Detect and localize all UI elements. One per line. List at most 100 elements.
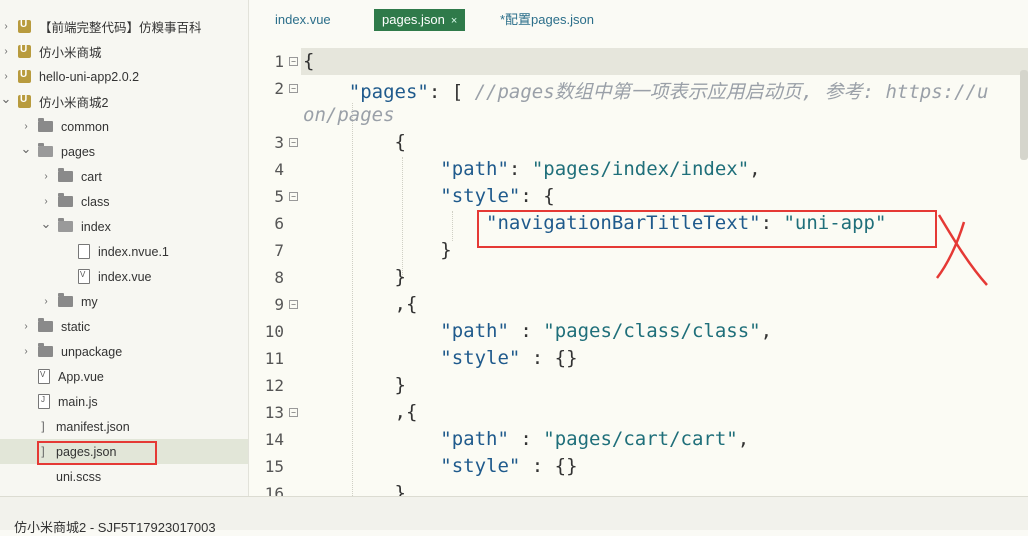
- chevron-right-icon[interactable]: ›: [20, 346, 32, 357]
- tab-label: index.vue: [275, 12, 331, 27]
- tree-item[interactable]: › 【前端完整代码】仿糗事百科: [0, 14, 248, 39]
- tree-item-label: my: [81, 294, 98, 309]
- fold-toggle-icon[interactable]: −: [289, 138, 298, 147]
- vertical-scrollbar[interactable]: [1020, 70, 1028, 160]
- line-number-gutter: 1−2−3−4 5−6 7 8 9−10 11 12 13−14 15 16: [249, 40, 301, 496]
- code-line-1: {: [303, 50, 315, 72]
- code-line-2: "pages": [ //pages数组中第一项表示应用启动页, 参考: htt…: [348, 81, 989, 103]
- folder-icon: [38, 318, 53, 332]
- code-line-14: "path" : "pages/cart/cart",: [440, 428, 750, 450]
- line-number: 8: [274, 268, 284, 287]
- status-bar: 仿小米商城2 - SJF5T17923017003: [0, 496, 1028, 535]
- tree-item[interactable]: › my: [0, 289, 248, 314]
- folder-icon: [38, 343, 53, 357]
- line-number: 4: [274, 160, 284, 179]
- current-line-highlight: [301, 48, 1028, 75]
- chevron-right-icon[interactable]: ›: [20, 321, 32, 332]
- folder-icon: [38, 143, 53, 157]
- tab-label: pages.json: [382, 12, 445, 27]
- project-icon: [18, 69, 31, 83]
- fold-toggle-icon[interactable]: −: [289, 408, 298, 417]
- code-line-7: }: [440, 239, 452, 261]
- tree-item-label: 仿小米商城2: [39, 96, 109, 110]
- line-number: 11: [264, 349, 284, 368]
- tree-item-label: App.vue: [58, 369, 104, 384]
- tab-config-pages-json[interactable]: *配置pages.json: [492, 9, 602, 31]
- tree-item[interactable]: ›index.vue: [0, 264, 248, 289]
- tree-item[interactable]: › unpackage: [0, 339, 248, 364]
- code-line-10: "path" : "pages/class/class",: [440, 320, 773, 342]
- tree-item[interactable]: › common: [0, 114, 248, 139]
- line-number: 1: [274, 52, 284, 71]
- scss-icon: [38, 470, 48, 483]
- line-number: 2: [274, 79, 284, 98]
- tree-item-label: uni.scss: [56, 469, 102, 484]
- close-icon[interactable]: ×: [451, 15, 457, 27]
- fold-toggle-icon[interactable]: −: [289, 300, 298, 309]
- tree-item-label: class: [81, 194, 110, 209]
- tree-item-label: index.vue: [98, 269, 152, 284]
- tree-item-label: cart: [81, 169, 102, 184]
- chevron-right-icon[interactable]: ›: [0, 46, 12, 57]
- chevron-right-icon[interactable]: ›: [40, 296, 52, 307]
- tree-item[interactable]: ›App.vue: [0, 364, 248, 389]
- project-icon: [18, 44, 31, 58]
- tree-item[interactable]: › static: [0, 314, 248, 339]
- project-explorer: › 【前端完整代码】仿糗事百科 › 仿小米商城 › hello-uni-app2.0.2 ⌄…: [0, 0, 249, 496]
- tree-item[interactable]: › hello-uni-app2.0.2: [0, 64, 248, 89]
- vue-icon: [38, 369, 50, 384]
- tree-item-label: 【前端完整代码】仿糗事百科: [39, 21, 202, 35]
- tab-index-vue[interactable]: index.vue: [267, 9, 339, 31]
- tree-item[interactable]: ›]manifest.json: [0, 414, 248, 439]
- fold-toggle-icon[interactable]: −: [289, 192, 298, 201]
- cross-mark-icon: [936, 214, 988, 286]
- chevron-down-icon[interactable]: ⌄: [20, 141, 32, 157]
- chevron-down-icon[interactable]: ⌄: [40, 216, 52, 232]
- chevron-down-icon[interactable]: ⌄: [0, 91, 12, 107]
- chevron-right-icon[interactable]: ›: [40, 196, 52, 207]
- vue-icon: [78, 269, 90, 284]
- code-editor[interactable]: 1−2−3−4 5−6 7 8 9−10 11 12 13−14 15 16 { "pages":…: [249, 40, 1028, 496]
- tree-item[interactable]: › class: [0, 189, 248, 214]
- tab-pages-json[interactable]: pages.json ×: [374, 9, 466, 31]
- code-line-9: ,{: [394, 293, 418, 315]
- tree-item[interactable]: ⌄ 仿小米商城2: [0, 89, 248, 114]
- tab-label: *配置pages.json: [500, 12, 594, 27]
- project-icon: [18, 19, 31, 33]
- tree-item[interactable]: ›index.nvue.1: [0, 239, 248, 264]
- tree-item-label: index.nvue.1: [98, 244, 169, 259]
- tree-item[interactable]: › 仿小米商城: [0, 39, 248, 64]
- tree-item-label: manifest.json: [56, 419, 130, 434]
- tree-item[interactable]: ⌄ index: [0, 214, 248, 239]
- folder-icon: [58, 193, 73, 207]
- code-line-5: "style": {: [440, 185, 555, 207]
- editor-tab-bar: index.vue pages.json × *配置pages.json: [249, 0, 1028, 41]
- annotation-box: [37, 441, 157, 465]
- folder-icon: [58, 293, 73, 307]
- chevron-right-icon[interactable]: ›: [0, 71, 12, 82]
- code-line-13: ,{: [394, 401, 418, 423]
- tree-item[interactable]: › cart: [0, 164, 248, 189]
- line-number: 14: [264, 430, 284, 449]
- line-number: 12: [264, 376, 284, 395]
- chevron-right-icon[interactable]: ›: [20, 121, 32, 132]
- chevron-right-icon[interactable]: ›: [0, 21, 12, 32]
- line-number: 5: [274, 187, 284, 206]
- code-line-3: {: [394, 131, 406, 153]
- js-icon: [38, 394, 50, 409]
- folder-icon: [38, 118, 53, 132]
- tree-item-label: main.js: [58, 394, 98, 409]
- tree-item[interactable]: ›main.js: [0, 389, 248, 414]
- folder-icon: [58, 168, 73, 182]
- file-icon: [78, 244, 90, 259]
- fold-toggle-icon[interactable]: −: [289, 84, 298, 93]
- chevron-right-icon[interactable]: ›: [40, 171, 52, 182]
- tree-item[interactable]: ⌄ pages: [0, 139, 248, 164]
- fold-toggle-icon[interactable]: −: [289, 57, 298, 66]
- line-number: 13: [264, 403, 284, 422]
- line-number: 6: [274, 214, 284, 233]
- project-icon: [18, 94, 31, 108]
- folder-icon: [58, 218, 73, 232]
- tree-item[interactable]: ›uni.scss: [0, 464, 248, 489]
- tree-item-label: 仿小米商城: [39, 46, 102, 60]
